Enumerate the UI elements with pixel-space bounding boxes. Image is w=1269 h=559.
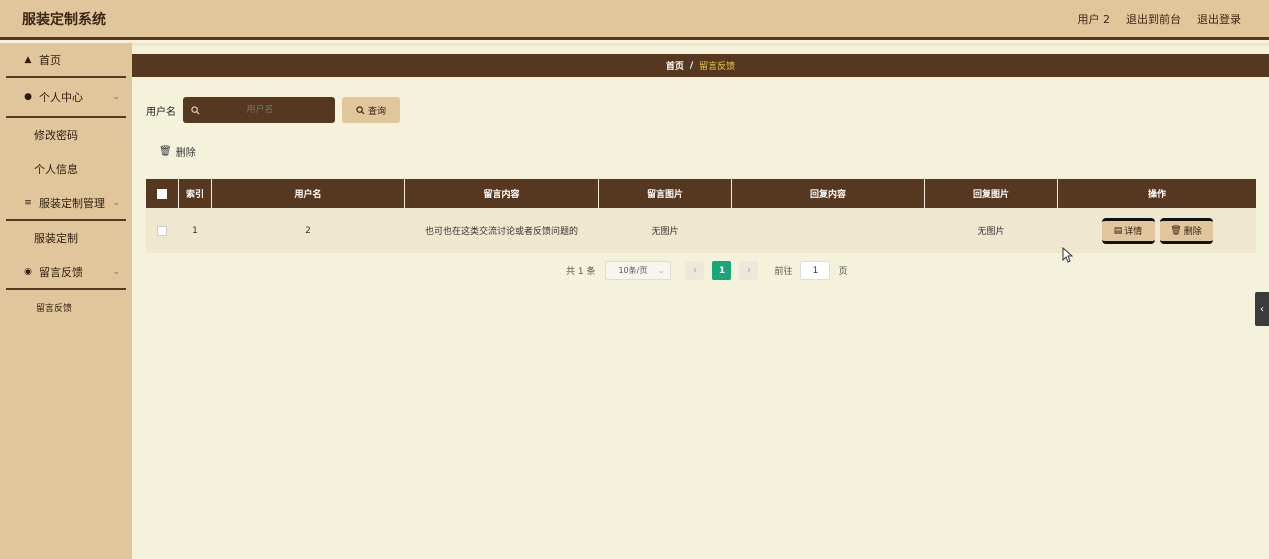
search-label: 用户名 <box>146 106 176 118</box>
sidebar-item-label: 服装定制管理 <box>39 196 105 210</box>
select-all-cell <box>146 179 179 208</box>
chevron-right-icon: › <box>746 265 751 276</box>
top-header: 服装定制系统 用户 2 退出到前台 退出登录 <box>0 0 1269 40</box>
goto-label: 前往 <box>774 267 793 277</box>
breadcrumb: 首页 / 留言反馈 <box>132 54 1269 77</box>
sidebar: ▲ 首页 ● 个人中心 ⌄ 修改密码 个人信息 ≡ 服装定制管理 ⌄ 服装定制 … <box>0 43 132 559</box>
column-header: 回复内容 <box>732 179 925 208</box>
search-icon <box>191 105 200 114</box>
trash-icon: 🗑 <box>159 146 172 157</box>
sidebar-item-profile[interactable]: 个人信息 <box>0 152 132 186</box>
document-icon: ▤ <box>1113 225 1123 236</box>
header-links: 用户 2 退出到前台 退出登录 <box>1078 11 1242 27</box>
sidebar-item-home[interactable]: ▲ 首页 <box>0 43 132 76</box>
row-select-cell <box>146 208 179 253</box>
column-header: 用户名 <box>212 179 405 208</box>
column-header: 留言内容 <box>405 179 599 208</box>
sidebar-item-custom[interactable]: 服装定制 <box>0 221 132 255</box>
chevron-down-icon: ⌄ <box>112 266 120 277</box>
search-button-label: 查询 <box>367 106 386 117</box>
chevron-down-icon: ⌄ <box>657 266 665 275</box>
breadcrumb-separator: / <box>689 60 694 71</box>
cell-username: 2 <box>212 208 405 253</box>
page-number[interactable]: 1 <box>712 261 732 280</box>
top-strip <box>132 43 1269 46</box>
batch-delete-label: 删除 <box>175 148 196 159</box>
sliders-icon: ≡ <box>24 197 32 208</box>
sidebar-item-label: 个人中心 <box>39 91 83 104</box>
table-row: 1 2 也可也在这类交流讨论或者反馈问题的 无图片 无图片 ▤ 详情 🗑 删除 <box>146 208 1256 253</box>
select-all-checkbox[interactable] <box>157 188 167 199</box>
cell-content: 也可也在这类交流讨论或者反馈问题的 <box>405 208 599 253</box>
search-bar: 用户名 查询 <box>146 97 400 123</box>
sidebar-item-personal[interactable]: ● 个人中心 ⌄ <box>0 78 132 116</box>
delete-button[interactable]: 🗑 删除 <box>1159 217 1213 244</box>
collapse-tab[interactable]: ‹ <box>1255 292 1269 326</box>
user-icon: ● <box>24 92 32 102</box>
chevron-left-icon: ‹ <box>692 265 697 276</box>
back-to-front-link[interactable]: 退出到前台 <box>1126 11 1181 27</box>
user-link[interactable]: 用户 2 <box>1078 11 1111 27</box>
sidebar-item-feedback-sub[interactable]: 留言反馈 <box>0 290 132 324</box>
cell-reply-image: 无图片 <box>925 208 1058 253</box>
cell-actions: ▤ 详情 🗑 删除 <box>1058 208 1256 253</box>
cell-image: 无图片 <box>599 208 732 253</box>
trash-icon: 🗑 <box>1170 225 1182 236</box>
main-content: 首页 / 留言反馈 用户名 查询 🗑 删除 索引 用户名 留言内容 留言图片 回… <box>132 43 1269 559</box>
search-input[interactable] <box>200 105 320 115</box>
sidebar-item-change-password[interactable]: 修改密码 <box>0 118 132 152</box>
location-pin-icon: ◉ <box>24 266 32 277</box>
feedback-table: 索引 用户名 留言内容 留言图片 回复内容 回复图片 操作 1 2 也可也在这类… <box>146 179 1256 253</box>
page-size-value: 10条/页 <box>618 266 648 275</box>
column-header: 操作 <box>1147 190 1166 200</box>
prev-page-button[interactable]: ‹ <box>685 261 705 280</box>
detail-button[interactable]: ▤ 详情 <box>1101 217 1155 244</box>
detail-button-label: 详情 <box>1124 227 1143 237</box>
column-header: 回复图片 <box>925 179 1058 208</box>
column-header: 索引 <box>179 179 212 208</box>
cell-index: 1 <box>179 208 212 253</box>
table-header: 索引 用户名 留言内容 留言图片 回复内容 回复图片 操作 <box>146 179 1256 208</box>
row-checkbox[interactable] <box>157 225 167 236</box>
chevron-down-icon: ⌄ <box>112 197 120 208</box>
pagination: 共 1 条 10条/页 ⌄ ‹ 1 › 前往 1 页 <box>566 261 847 280</box>
page-size-select[interactable]: 10条/页 ⌄ <box>605 261 672 280</box>
batch-delete-button[interactable]: 🗑 删除 <box>159 144 196 159</box>
home-icon: ▲ <box>24 54 32 65</box>
breadcrumb-home[interactable]: 首页 <box>666 59 684 72</box>
goto-page-input[interactable]: 1 <box>800 261 831 280</box>
next-page-button[interactable]: › <box>739 261 759 280</box>
search-button[interactable]: 查询 <box>342 97 400 123</box>
breadcrumb-current: 留言反馈 <box>699 62 736 72</box>
chevron-left-icon: ‹ <box>1260 303 1264 315</box>
sidebar-item-label: 留言反馈 <box>39 265 83 279</box>
delete-button-label: 删除 <box>1183 227 1202 237</box>
logout-link[interactable]: 退出登录 <box>1197 11 1241 27</box>
total-count: 共 1 条 <box>566 267 596 277</box>
search-icon <box>356 105 365 114</box>
sidebar-item-custom-mgmt[interactable]: ≡ 服装定制管理 ⌄ <box>0 186 132 219</box>
sidebar-item-label: 首页 <box>39 53 61 67</box>
page-unit-label: 页 <box>838 267 848 277</box>
column-header: 留言图片 <box>599 179 732 208</box>
chevron-down-icon: ⌄ <box>112 92 120 102</box>
cell-reply <box>732 208 925 253</box>
sidebar-item-feedback[interactable]: ◉ 留言反馈 ⌄ <box>0 255 132 288</box>
search-field[interactable] <box>183 97 335 123</box>
app-title: 服装定制系统 <box>22 11 106 28</box>
mouse-cursor-icon <box>1062 247 1074 263</box>
